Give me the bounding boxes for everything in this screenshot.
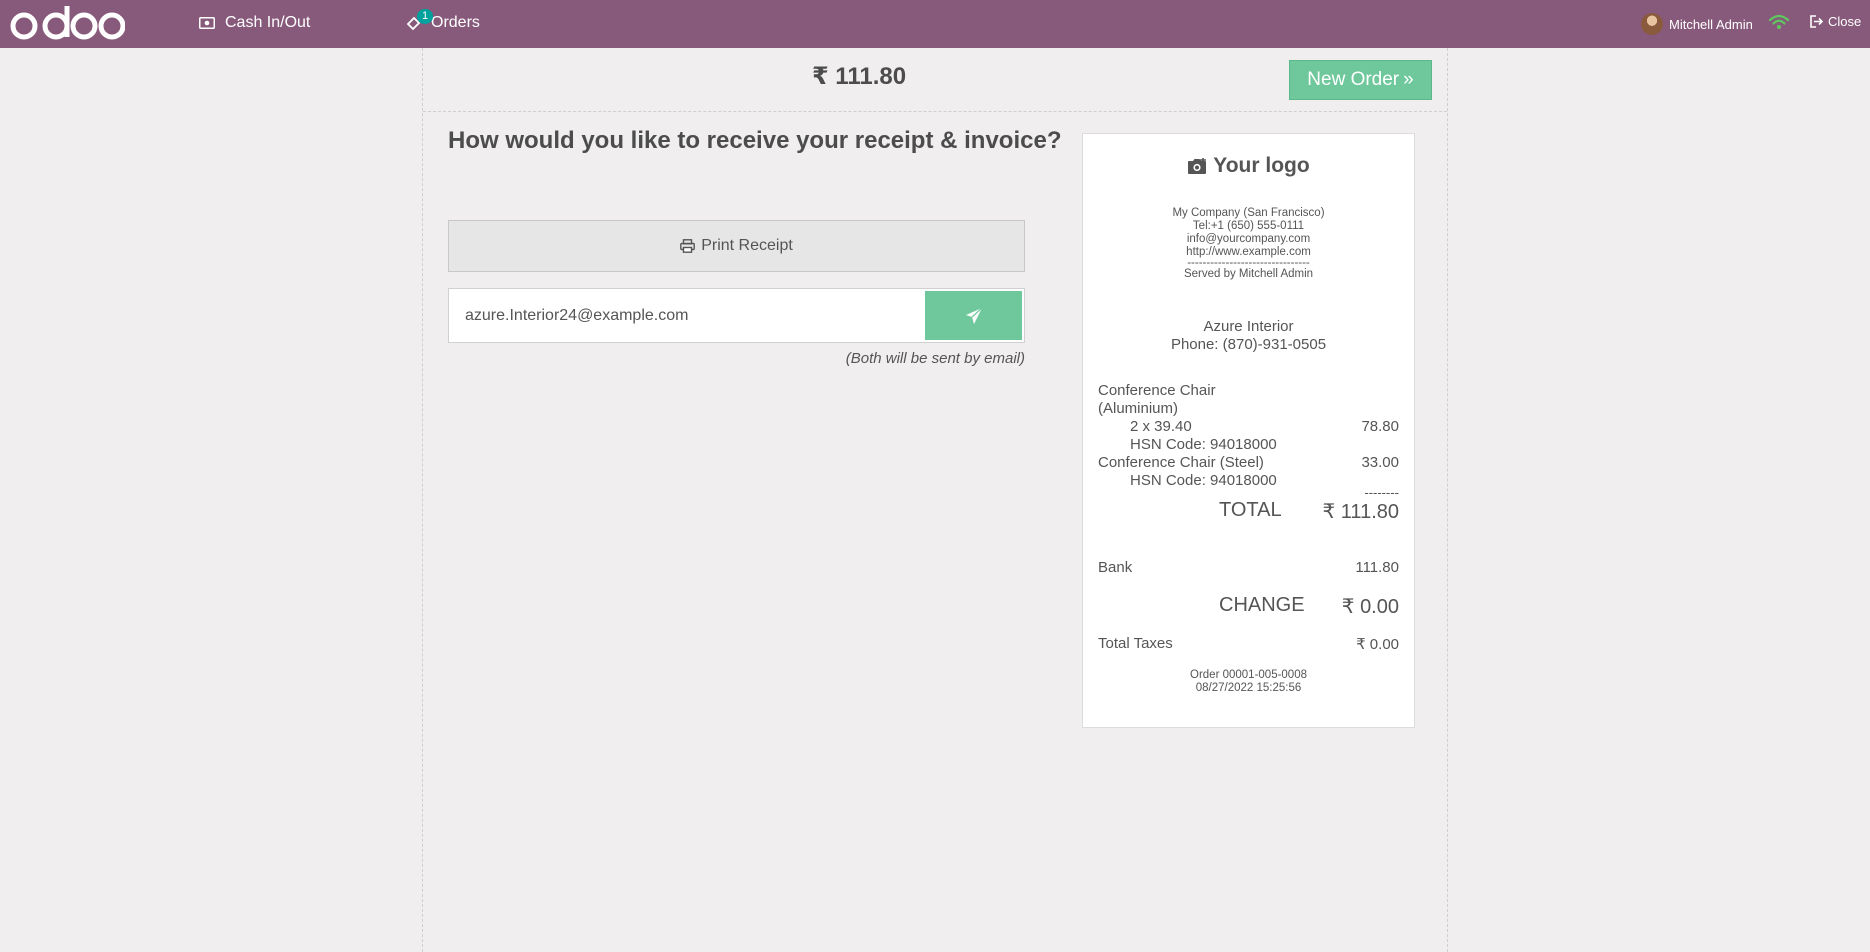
customer-info: Azure Interior Phone: (870)-931-0505 bbox=[1083, 318, 1414, 354]
hsn-code: HSN Code: 94018000 bbox=[1130, 436, 1277, 453]
order-ref: Order 00001-005-0008 bbox=[1190, 669, 1307, 681]
user-menu[interactable]: Mitchell Admin bbox=[1641, 13, 1753, 35]
order-date: 08/27/2022 15:25:56 bbox=[1195, 682, 1302, 694]
orderline: Conference Chair (Steel) 33.00 bbox=[1098, 454, 1399, 471]
hsn-code: HSN Code: 94018000 bbox=[1130, 472, 1277, 489]
orders-button[interactable]: 1 Orders bbox=[405, 9, 480, 32]
company-name: My Company (San Francisco) bbox=[1172, 207, 1325, 219]
sign-out-icon bbox=[1810, 15, 1824, 28]
close-label: Close bbox=[1828, 14, 1862, 29]
company-email: info@yourcompany.com bbox=[1186, 233, 1311, 245]
logo-text: Your logo bbox=[1213, 154, 1310, 177]
orderline-name: (Aluminium) bbox=[1098, 400, 1179, 417]
orders-label: Orders bbox=[431, 14, 480, 31]
company-info: My Company (San Francisco) Tel:+1 (650) … bbox=[1083, 207, 1414, 281]
orderline-qty: 2 x 39.40 bbox=[1130, 418, 1192, 435]
odoo-logo bbox=[9, 2, 126, 51]
paper-plane-icon bbox=[965, 307, 982, 324]
orderline-name: Conference Chair (Steel) bbox=[1098, 454, 1264, 471]
new-order-button[interactable]: New Order » bbox=[1289, 60, 1432, 100]
orders-count-badge: 1 bbox=[417, 9, 434, 24]
receipt-logo: Your logo bbox=[1083, 154, 1414, 178]
orderline-price: 33.00 bbox=[1361, 454, 1399, 471]
taxes-label: Total Taxes bbox=[1098, 635, 1173, 652]
close-button[interactable]: Close bbox=[1810, 14, 1861, 29]
cash-in-out-label: Cash In/Out bbox=[225, 14, 311, 31]
send-email-button[interactable] bbox=[925, 291, 1022, 340]
top-bar: Cash In/Out 1 Orders Mitchell Admin Clos… bbox=[0, 0, 1870, 48]
company-tel: Tel:+1 (650) 555-0111 bbox=[1192, 220, 1305, 232]
payment-amount: 111.80 bbox=[1355, 559, 1399, 576]
orderline-price: 78.80 bbox=[1361, 418, 1399, 435]
double-chevron-right-icon: » bbox=[1403, 69, 1414, 90]
customer-name: Azure Interior bbox=[1203, 318, 1294, 335]
wifi-icon[interactable] bbox=[1768, 13, 1790, 36]
ticket-icon: 1 bbox=[405, 9, 434, 32]
print-receipt-button[interactable]: Print Receipt bbox=[448, 220, 1025, 272]
total-value: ₹ 111.80 bbox=[1322, 501, 1399, 523]
taxes-row: Total Taxes ₹ 0.00 bbox=[1098, 635, 1399, 653]
print-receipt-label: Print Receipt bbox=[701, 237, 793, 254]
print-icon bbox=[680, 239, 696, 253]
separator: -------------------------------- bbox=[1187, 257, 1310, 269]
new-order-label: New Order bbox=[1307, 69, 1400, 90]
orderline-name: Conference Chair bbox=[1098, 382, 1216, 399]
change-label: CHANGE bbox=[1219, 594, 1305, 616]
receipt-preview: Your logo My Company (San Francisco) Tel… bbox=[1082, 133, 1415, 728]
payment-method: Bank bbox=[1098, 559, 1133, 576]
camera-icon bbox=[1188, 157, 1207, 174]
orderline: (Aluminium) bbox=[1098, 400, 1399, 417]
served-by: Served by Mitchell Admin bbox=[1183, 268, 1314, 280]
email-note: (Both will be sent by email) bbox=[845, 350, 1025, 367]
money-icon bbox=[199, 17, 215, 29]
orderline-hsn: HSN Code: 94018000 bbox=[1098, 436, 1399, 453]
receipt-screen: ₹ 111.80 New Order » How would you like … bbox=[422, 48, 1448, 952]
user-name: Mitchell Admin bbox=[1669, 16, 1753, 32]
receipt-top-row: ₹ 111.80 New Order » bbox=[423, 48, 1447, 112]
total-label: TOTAL bbox=[1219, 499, 1282, 521]
email-form bbox=[448, 288, 1025, 343]
cash-in-out-button[interactable]: Cash In/Out bbox=[199, 14, 310, 32]
dashes: -------- bbox=[1364, 485, 1399, 500]
order-footer: Order 00001-005-0008 08/27/2022 15:25:56 bbox=[1083, 669, 1414, 695]
customer-phone: Phone: (870)-931-0505 bbox=[1170, 336, 1327, 353]
orderline-qty-row: 2 x 39.40 78.80 bbox=[1098, 418, 1399, 435]
orderline-hsn: HSN Code: 94018000 bbox=[1098, 472, 1399, 489]
receipt-question: How would you like to receive your recei… bbox=[448, 127, 1062, 154]
change-value: ₹ 0.00 bbox=[1341, 596, 1399, 618]
avatar bbox=[1641, 13, 1663, 35]
order-total: ₹ 111.80 bbox=[811, 63, 907, 90]
email-input[interactable] bbox=[449, 289, 919, 342]
taxes-value: ₹ 0.00 bbox=[1356, 636, 1399, 653]
payment-row: Bank 111.80 bbox=[1098, 559, 1399, 576]
orderline: Conference Chair bbox=[1098, 382, 1399, 399]
